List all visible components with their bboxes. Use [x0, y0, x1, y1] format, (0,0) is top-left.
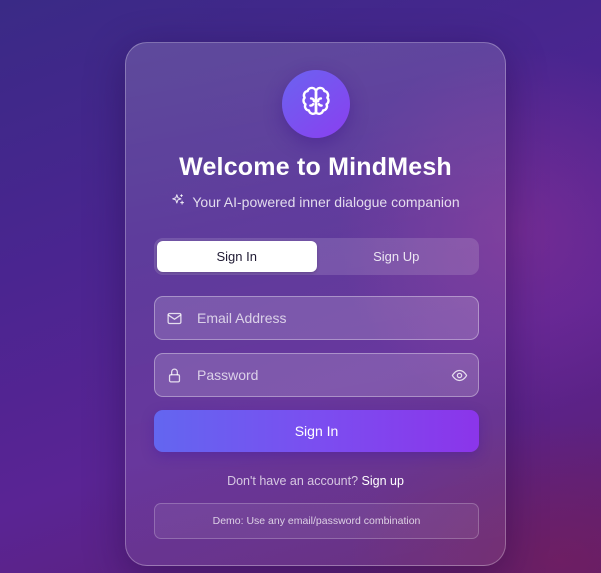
sign-up-link[interactable]: Sign up — [362, 474, 404, 488]
subtitle: Your AI-powered inner dialogue companion — [126, 193, 505, 210]
brain-icon — [299, 85, 333, 124]
lock-icon — [165, 366, 183, 384]
email-input[interactable] — [197, 310, 478, 326]
logo-badge — [282, 70, 350, 138]
switch-prompt-text: Don't have an account? — [227, 474, 359, 488]
password-input[interactable] — [197, 367, 450, 383]
tab-sign-up[interactable]: Sign Up — [317, 241, 477, 272]
subtitle-text: Your AI-powered inner dialogue companion — [192, 193, 460, 210]
sparkles-icon — [171, 193, 185, 210]
login-card: Welcome to MindMesh Your AI-powered inne… — [125, 42, 506, 566]
auth-tabs: Sign In Sign Up — [154, 238, 479, 275]
switch-prompt: Don't have an account? Sign up — [126, 474, 505, 488]
demo-note: Demo: Use any email/password combination — [154, 503, 479, 539]
sign-in-button[interactable]: Sign In — [154, 410, 479, 452]
tab-sign-in[interactable]: Sign In — [157, 241, 317, 272]
mail-icon — [165, 309, 183, 327]
page-title: Welcome to MindMesh — [179, 153, 452, 181]
eye-icon[interactable] — [450, 366, 468, 384]
password-field-wrapper — [154, 353, 479, 397]
email-field-wrapper — [154, 296, 479, 340]
